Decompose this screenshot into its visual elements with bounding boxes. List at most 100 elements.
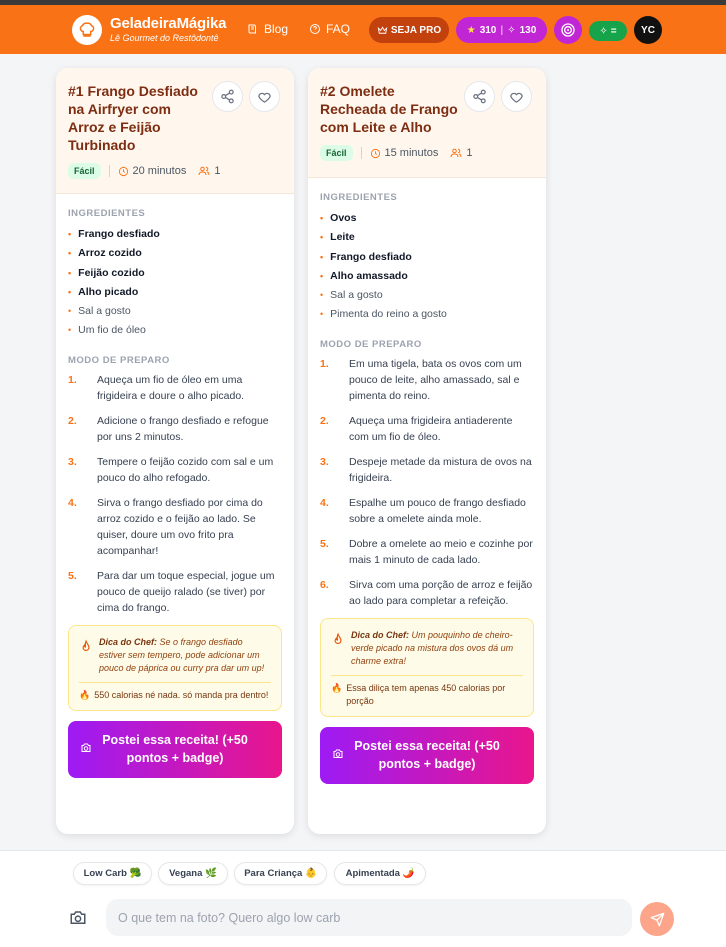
app-header: GeladeiraMágika Lê Gourmet do Restôdontê… [0, 5, 726, 54]
calories-note: 🔥 Essa diliça tem apenas 450 calorias po… [331, 682, 506, 706]
chip-vegana[interactable]: Vegana 🌿 [158, 862, 228, 885]
method-title: MODO DE PREPARO [320, 338, 422, 350]
brand-name: GeladeiraMágika [110, 15, 227, 32]
ingredients-list: • Frango desfiado • Arroz cozido • Feijão c… [68, 225, 282, 341]
recipe-meta: Fácil 15 minutos 1 [320, 145, 534, 161]
camera-icon [70, 911, 86, 924]
brand-tagline: Lê Gourmet do Restôdontê [110, 33, 219, 43]
post-recipe-label: Postei essa receita! (+50 pontos + badge… [102, 733, 248, 766]
chip-low-carb[interactable]: Low Carb 🥦 [73, 862, 152, 885]
ingredient-item: • Arroz cozido [68, 247, 142, 260]
post-recipe-label: Postei essa receita! (+50 pontos + badge… [354, 739, 500, 772]
seja-pro-label: SEJA PRO [390, 24, 442, 36]
fire-icon: 🔥 [331, 682, 343, 693]
users-icon [450, 148, 462, 158]
ingredient-item: • Leite [320, 231, 355, 244]
method-title: MODO DE PREPARO [68, 354, 170, 366]
sparkle-icon: ✧ [599, 25, 608, 37]
share-button[interactable] [464, 81, 495, 112]
send-icon [650, 912, 664, 926]
points-value: 310 [479, 24, 497, 36]
recipe-card-header: #2 Omelete Recheada de Frango com Leite … [308, 68, 546, 178]
recipe-card-body: INGREDIENTES • Ovos • Leite • Frango desfia… [308, 178, 546, 784]
servings-value: 1 [214, 165, 221, 177]
recipe-title: #1 Frango Desfiado na Airfryer com Arroz… [68, 83, 198, 153]
recipe-card-1: #1 Frango Desfiado na Airfryer com Arroz… [56, 68, 294, 834]
post-recipe-button[interactable]: Postei essa receita! (+50 pontos + badge… [320, 726, 534, 784]
servings-info: 1 [450, 147, 472, 159]
nav-faq-label: FAQ [326, 22, 351, 36]
step-item: 3. Despeje metade da mistura de ovos na f… [320, 455, 532, 484]
send-button[interactable] [640, 902, 674, 936]
ingredients-title: INGREDIENTES [68, 208, 146, 219]
step-item: 5. Para dar um toque especial, jogue um p… [68, 569, 275, 614]
chat-bar: Low Carb 🥦 Vegana 🌿 Para Criança 👶 Apime… [0, 850, 726, 947]
steps-list: 1. Em uma tigela, bata os ovos com um pou… [320, 356, 534, 609]
difficulty-badge: Fácil [320, 145, 353, 161]
nav-blog-link[interactable]: Blog [247, 22, 288, 36]
step-item: 5. Dobre a omelete ao meio e cozinhe por … [320, 537, 533, 566]
step-item: 6. Sirva com uma porção de arroz e feijão… [320, 578, 533, 607]
favorite-button[interactable] [249, 81, 280, 112]
flame-icon [334, 632, 342, 644]
crown-icon [377, 25, 388, 34]
share-button[interactable] [212, 81, 243, 112]
camera-icon [81, 743, 91, 752]
points-badge[interactable]: ★ 310 | ✧ 130 [456, 17, 547, 43]
divider: | [500, 24, 504, 36]
book-icon [248, 24, 256, 34]
divider [79, 681, 271, 683]
servings-info: 1 [198, 165, 220, 177]
flame-icon [82, 639, 90, 651]
camera-button[interactable] [66, 907, 90, 929]
chef-tip-text: Dica do Chef: Se o frango desfiado estiv… [99, 636, 265, 673]
help-circle-icon [310, 24, 320, 34]
divider [331, 674, 523, 676]
ingredients-list: • Ovos • Leite • Frango desfiado • Alho amas… [320, 209, 534, 325]
chip-apimentada[interactable]: Apimentada 🌶️ [334, 862, 426, 885]
ingredients-title: INGREDIENTES [320, 192, 398, 203]
post-recipe-button[interactable]: Postei essa receita! (+50 pontos + badge… [68, 720, 282, 778]
favorite-button[interactable] [501, 81, 532, 112]
chat-input-wrapper [106, 899, 632, 936]
share-icon [221, 89, 234, 104]
step-item: 4. Sirva o frango desfiado por cima do ar… [68, 496, 263, 557]
streak-value: 130 [519, 24, 537, 36]
recipe-card-header: #1 Frango Desfiado na Airfryer com Arroz… [56, 68, 294, 194]
ingredient-item: • Frango desfiado [320, 250, 412, 263]
nav-blog-label: Blog [264, 22, 289, 36]
servings-value: 1 [466, 147, 473, 159]
ingredient-item: • Ovos [320, 212, 357, 224]
step-item: 3. Tempere o feijão cozido com sal e um p… [68, 455, 274, 484]
ingredient-item: • Sal a gosto [68, 305, 131, 318]
green-status-badge[interactable]: ✧ = [589, 21, 627, 41]
nav-faq-link[interactable]: FAQ [309, 22, 350, 36]
fire-icon: 🔥 [79, 689, 91, 700]
ingredient-item: • Alho amassado [320, 269, 408, 282]
ingredient-item: • Feijão cozido [68, 266, 145, 279]
step-item: 1. Em uma tigela, bata os ovos com um pou… [320, 357, 522, 402]
clock-icon [118, 166, 128, 176]
share-icon [473, 89, 486, 104]
time-value: 15 minutos [384, 147, 439, 159]
time-value: 20 minutos [132, 165, 187, 177]
seja-pro-button[interactable]: SEJA PRO [369, 17, 449, 43]
chat-input[interactable] [106, 899, 632, 936]
step-item: 4. Espalhe um pouco de frango desfiado so… [320, 496, 526, 525]
recipe-card-body: INGREDIENTES • Frango desfiado • Arroz coz… [56, 194, 294, 778]
user-avatar[interactable]: YC [634, 16, 662, 44]
step-item: 1. Aqueça um fio de óleo em uma frigideir… [68, 373, 245, 402]
camera-icon [333, 749, 343, 758]
time-info: 20 minutos [118, 165, 187, 177]
chef-tip-box: Dica do Chef: Se o frango desfiado estiv… [68, 624, 282, 711]
clock-icon [370, 148, 380, 158]
ingredient-item: • Pimenta do reino a gosto [320, 308, 447, 321]
step-item: 2. Aqueça uma frigideira antiaderente com… [320, 414, 513, 443]
chip-para-crianca[interactable]: Para Criança 👶 [234, 862, 327, 885]
recipe-card-2: #2 Omelete Recheada de Frango com Leite … [308, 68, 546, 834]
chef-hat-logo-icon[interactable] [72, 15, 102, 45]
ingredient-item: • Frango desfiado [68, 228, 160, 240]
brand[interactable]: GeladeiraMágika Lê Gourmet do Restôdontê [110, 15, 226, 43]
step-item: 2. Adicione o frango desfiado e refogue p… [68, 414, 269, 443]
target-button[interactable] [554, 16, 582, 44]
